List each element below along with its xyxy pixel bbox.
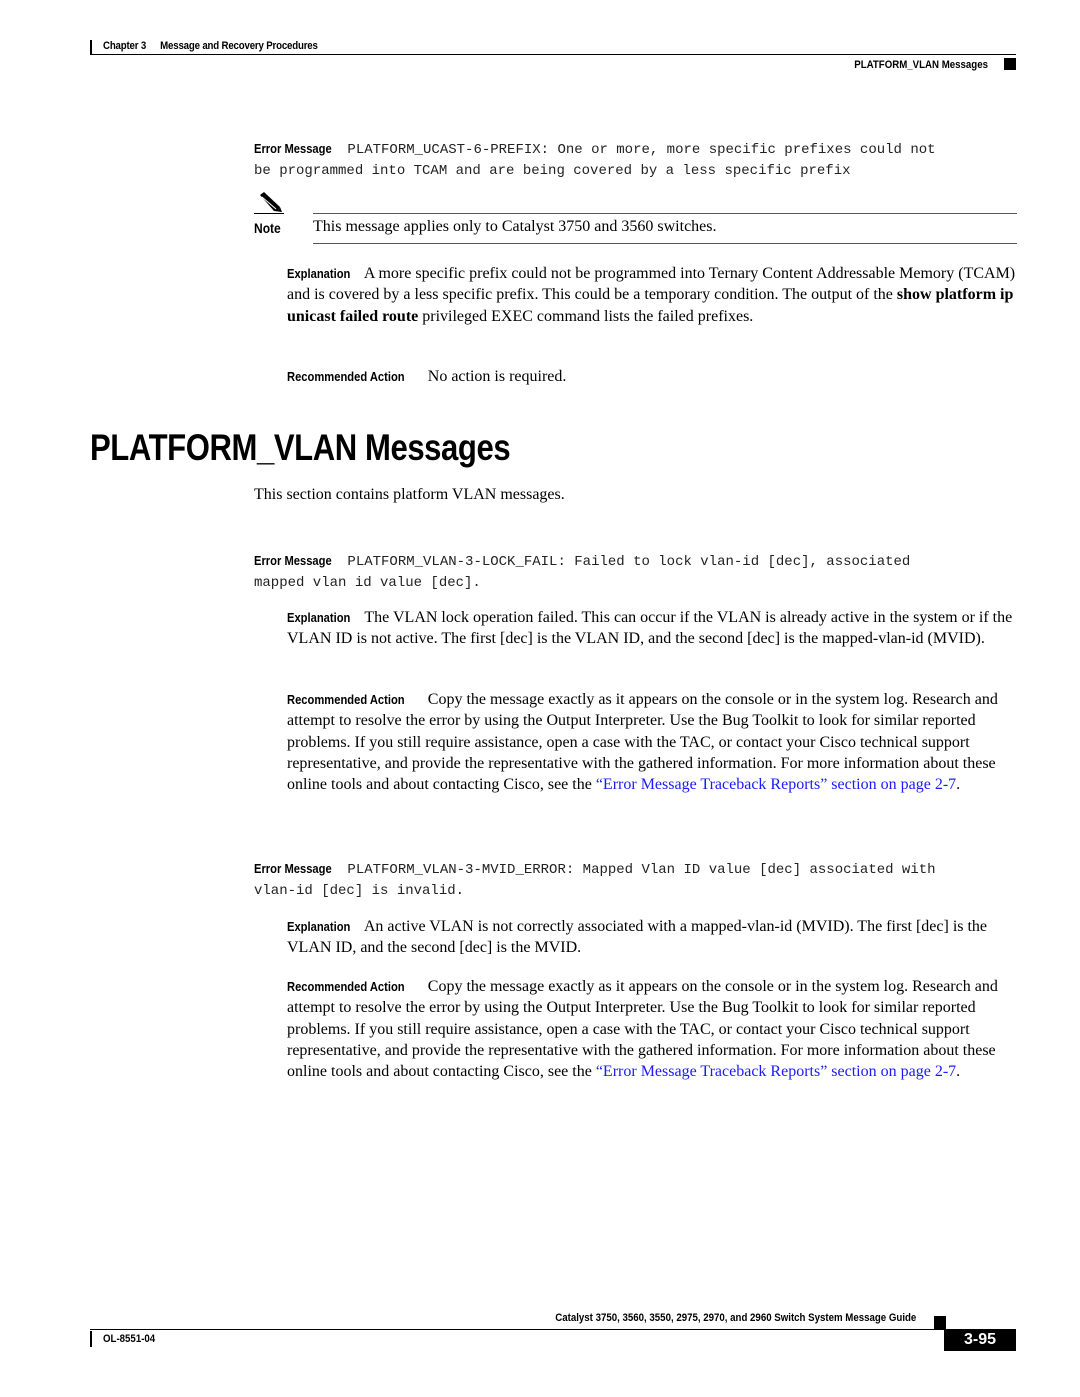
explanation-label: Explanation [287,919,351,934]
note-label: Note [254,220,281,236]
error-message-label: Error Message [254,553,332,568]
section-intro: This section contains platform VLAN mess… [254,486,565,503]
error-code: PLATFORM_UCAST-6-PREFIX: [347,142,550,158]
error-text-line1: Mapped Vlan ID value [dec] associated wi… [574,862,936,878]
error-text-line1: One or more, more specific prefixes coul… [549,142,936,158]
explanation-text: The VLAN lock operation failed. This can… [287,609,1013,648]
error-text-line2: mapped vlan id value [dec]. [254,574,481,591]
error-message-prefix: Error Message PLATFORM_UCAST-6-PREFIX: O… [254,139,1034,181]
explanation-label: Explanation [287,610,351,625]
chapter-title: Message and Recovery Procedures [160,40,318,52]
footer-marker-block [934,1316,946,1330]
error-message-label: Error Message [254,141,332,156]
guide-title: Catalyst 3750, 3560, 3550, 2975, 2970, a… [554,1312,916,1324]
error-message-lock-fail: Error Message PLATFORM_VLAN-3-LOCK_FAIL:… [254,551,1034,593]
running-section-title: PLATFORM_VLAN Messages [854,59,988,71]
note-icon-underline [254,213,284,214]
header-bar [90,40,92,54]
error-text-line1: Failed to lock vlan-id [dec], associated [565,554,911,570]
recommended-action-label: Recommended Action [287,692,405,707]
recommended-action-mvid-error: Recommended Action Copy the message exac… [287,976,1022,1082]
action-period: . [956,776,961,794]
explanation-text: An active VLAN is not correctly associat… [287,918,988,957]
footer-rule [90,1329,940,1330]
section-heading: PLATFORM_VLAN Messages [90,427,511,468]
recommended-action-prefix: Recommended Action No action is required… [287,366,1022,387]
chapter-header: Chapter 3 Message and Recovery Procedures [103,40,318,52]
recommended-action-lock-fail: Recommended Action Copy the message exac… [287,689,1022,795]
note-rule-top [313,213,1017,214]
error-text-line2: vlan-id [dec] is invalid. [254,882,465,899]
recommended-action-label: Recommended Action [287,369,405,384]
error-code: PLATFORM_VLAN-3-LOCK_FAIL: [347,554,566,570]
chapter-number: Chapter 3 [103,40,147,52]
error-message-mvid-error: Error Message PLATFORM_VLAN-3-MVID_ERROR… [254,859,1034,901]
error-code: PLATFORM_VLAN-3-MVID_ERROR: [347,862,575,878]
traceback-reports-link[interactable]: “Error Message Traceback Reports” sectio… [596,776,956,793]
error-text-line2: be programmed into TCAM and are being co… [254,162,851,179]
explanation-label: Explanation [287,266,351,281]
error-message-label: Error Message [254,861,332,876]
header-marker-block [1004,58,1016,70]
page-number: 3-95 [944,1329,1016,1351]
action-period: . [956,1063,961,1081]
recommended-action-text: No action is required. [427,368,567,385]
header-rule [90,54,1016,55]
pencil-note-icon [260,192,282,212]
document-number: OL-8551-04 [103,1333,156,1345]
explanation-lock-fail: Explanation The VLAN lock operation fail… [287,607,1022,650]
traceback-reports-link[interactable]: “Error Message Traceback Reports” sectio… [596,1063,956,1080]
explanation-prefix: Explanation A more specific prefix could… [287,263,1022,327]
recommended-action-label: Recommended Action [287,979,405,994]
footer-bar [90,1331,92,1347]
note-rule-bottom [313,243,1017,244]
explanation-text-end: privileged EXEC command lists the failed… [418,307,754,325]
note-text: This message applies only to Catalyst 37… [313,218,717,235]
explanation-mvid-error: Explanation An active VLAN is not correc… [287,916,1022,959]
